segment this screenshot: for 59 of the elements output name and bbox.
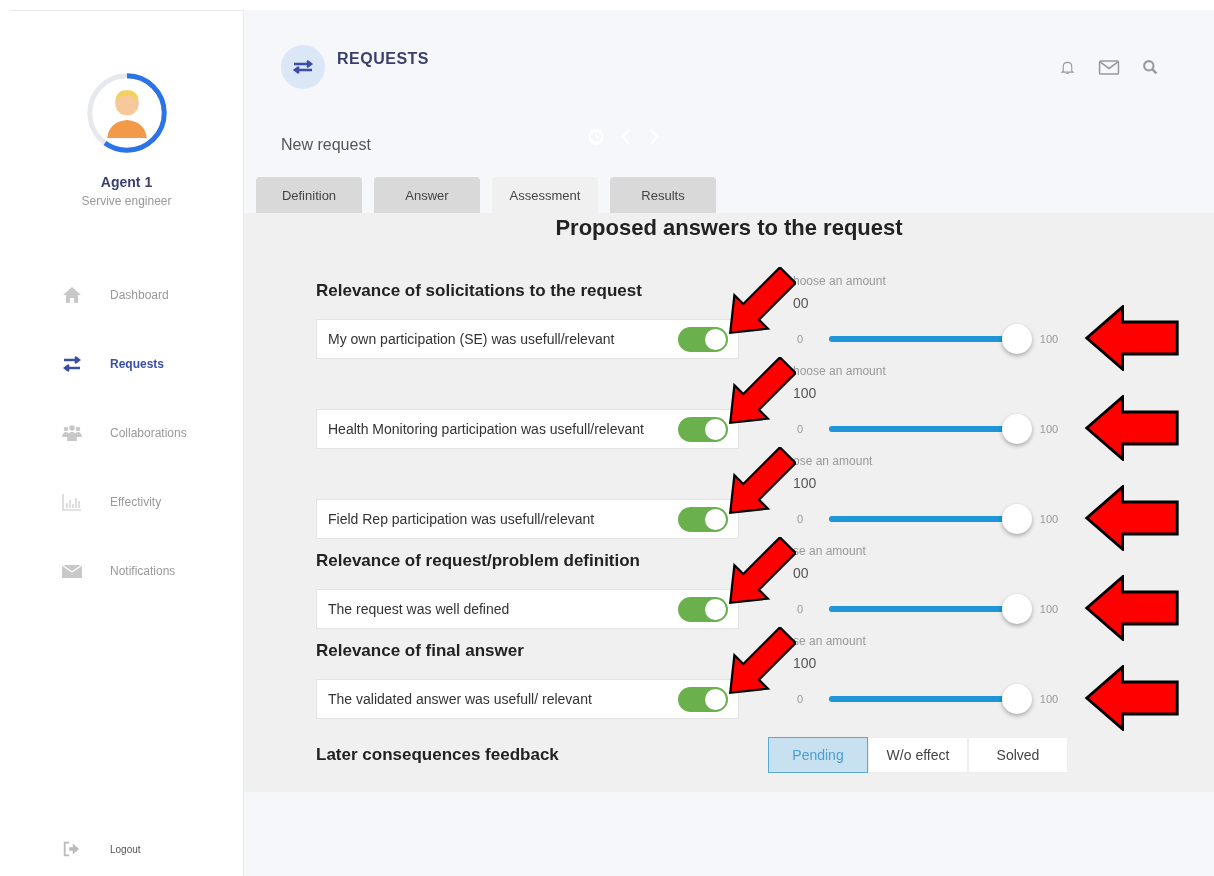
page-subtitle: New request <box>281 136 371 154</box>
slider-caption: se an amount <box>793 543 867 559</box>
toggle-switch[interactable] <box>678 326 728 352</box>
toggle-switch[interactable] <box>678 596 728 622</box>
question-label: The request was well defined <box>328 601 511 617</box>
slider-value: 00 <box>793 564 810 583</box>
question-label: My own participation (SE) was usefull/relevant <box>328 331 616 347</box>
slider-value: 100 <box>793 384 818 403</box>
logout-link[interactable]: Logout <box>10 840 243 858</box>
slider-min-label: 0 <box>795 603 805 615</box>
status-option[interactable]: W/o effect <box>868 737 968 773</box>
slider-thumb[interactable] <box>1002 414 1032 444</box>
mail-icon[interactable] <box>1098 58 1120 76</box>
toggle-switch[interactable] <box>678 506 728 532</box>
slider-thumb[interactable] <box>1002 684 1032 714</box>
slider-max-label: 100 <box>1038 423 1060 435</box>
section-heading: Relevance of final answer <box>316 641 525 661</box>
slider-min-label: 0 <box>795 423 805 435</box>
slider-value: 100 <box>793 474 818 493</box>
nav-item[interactable]: Requests <box>62 353 243 375</box>
profile-role: Servive engineer <box>81 194 172 208</box>
status-option[interactable]: Solved <box>968 737 1068 773</box>
slider-min-label: 0 <box>795 513 805 525</box>
tab[interactable]: Definition <box>256 177 362 213</box>
swap-arrows-icon <box>62 354 82 374</box>
panel-title: Proposed answers to the request <box>554 214 904 242</box>
slider-caption: hoose an amount <box>793 363 887 379</box>
toggle-switch[interactable] <box>678 686 728 712</box>
slider-thumb[interactable] <box>1002 594 1032 624</box>
slider-max-label: 100 <box>1038 513 1060 525</box>
profile-name: Agent 1 <box>100 174 153 190</box>
tab[interactable]: Answer <box>374 177 480 213</box>
slider-thumb[interactable] <box>1002 504 1032 534</box>
slider-max-label: 100 <box>1038 333 1060 345</box>
slider-max-label: 100 <box>1038 603 1060 615</box>
page-title: REQUESTS <box>337 50 429 68</box>
question-label: Health Monitoring participation was usefull/relevant <box>328 421 645 437</box>
tab[interactable]: Results <box>610 177 716 213</box>
search-icon[interactable] <box>1142 58 1159 76</box>
tab[interactable]: Assessment <box>492 177 598 213</box>
question-label: Field Rep participation was usefull/relevant <box>328 511 596 527</box>
slider-caption: hoose an amount <box>793 273 887 289</box>
section-heading: Relevance of request/problem definition <box>316 551 641 571</box>
slider-caption: se an amount <box>793 633 867 649</box>
toggle-switch[interactable] <box>678 416 728 442</box>
slider-thumb[interactable] <box>1002 324 1032 354</box>
slider-min-label: 0 <box>795 333 805 345</box>
slider-value: 100 <box>793 654 818 673</box>
slider-min-label: 0 <box>795 693 805 705</box>
question-label: The validated answer was usefull/ relevant <box>328 691 593 707</box>
bar-chart-icon <box>62 492 82 512</box>
logout-icon <box>62 840 80 858</box>
home-icon <box>62 285 82 305</box>
people-icon <box>62 423 82 443</box>
slider-value: 00 <box>793 294 810 313</box>
slider-max-label: 100 <box>1038 693 1060 705</box>
section-heading: Later consequences feedback <box>316 745 560 765</box>
swap-arrows-icon <box>281 45 325 89</box>
section-heading: Relevance of solicitations to the request <box>316 281 643 301</box>
